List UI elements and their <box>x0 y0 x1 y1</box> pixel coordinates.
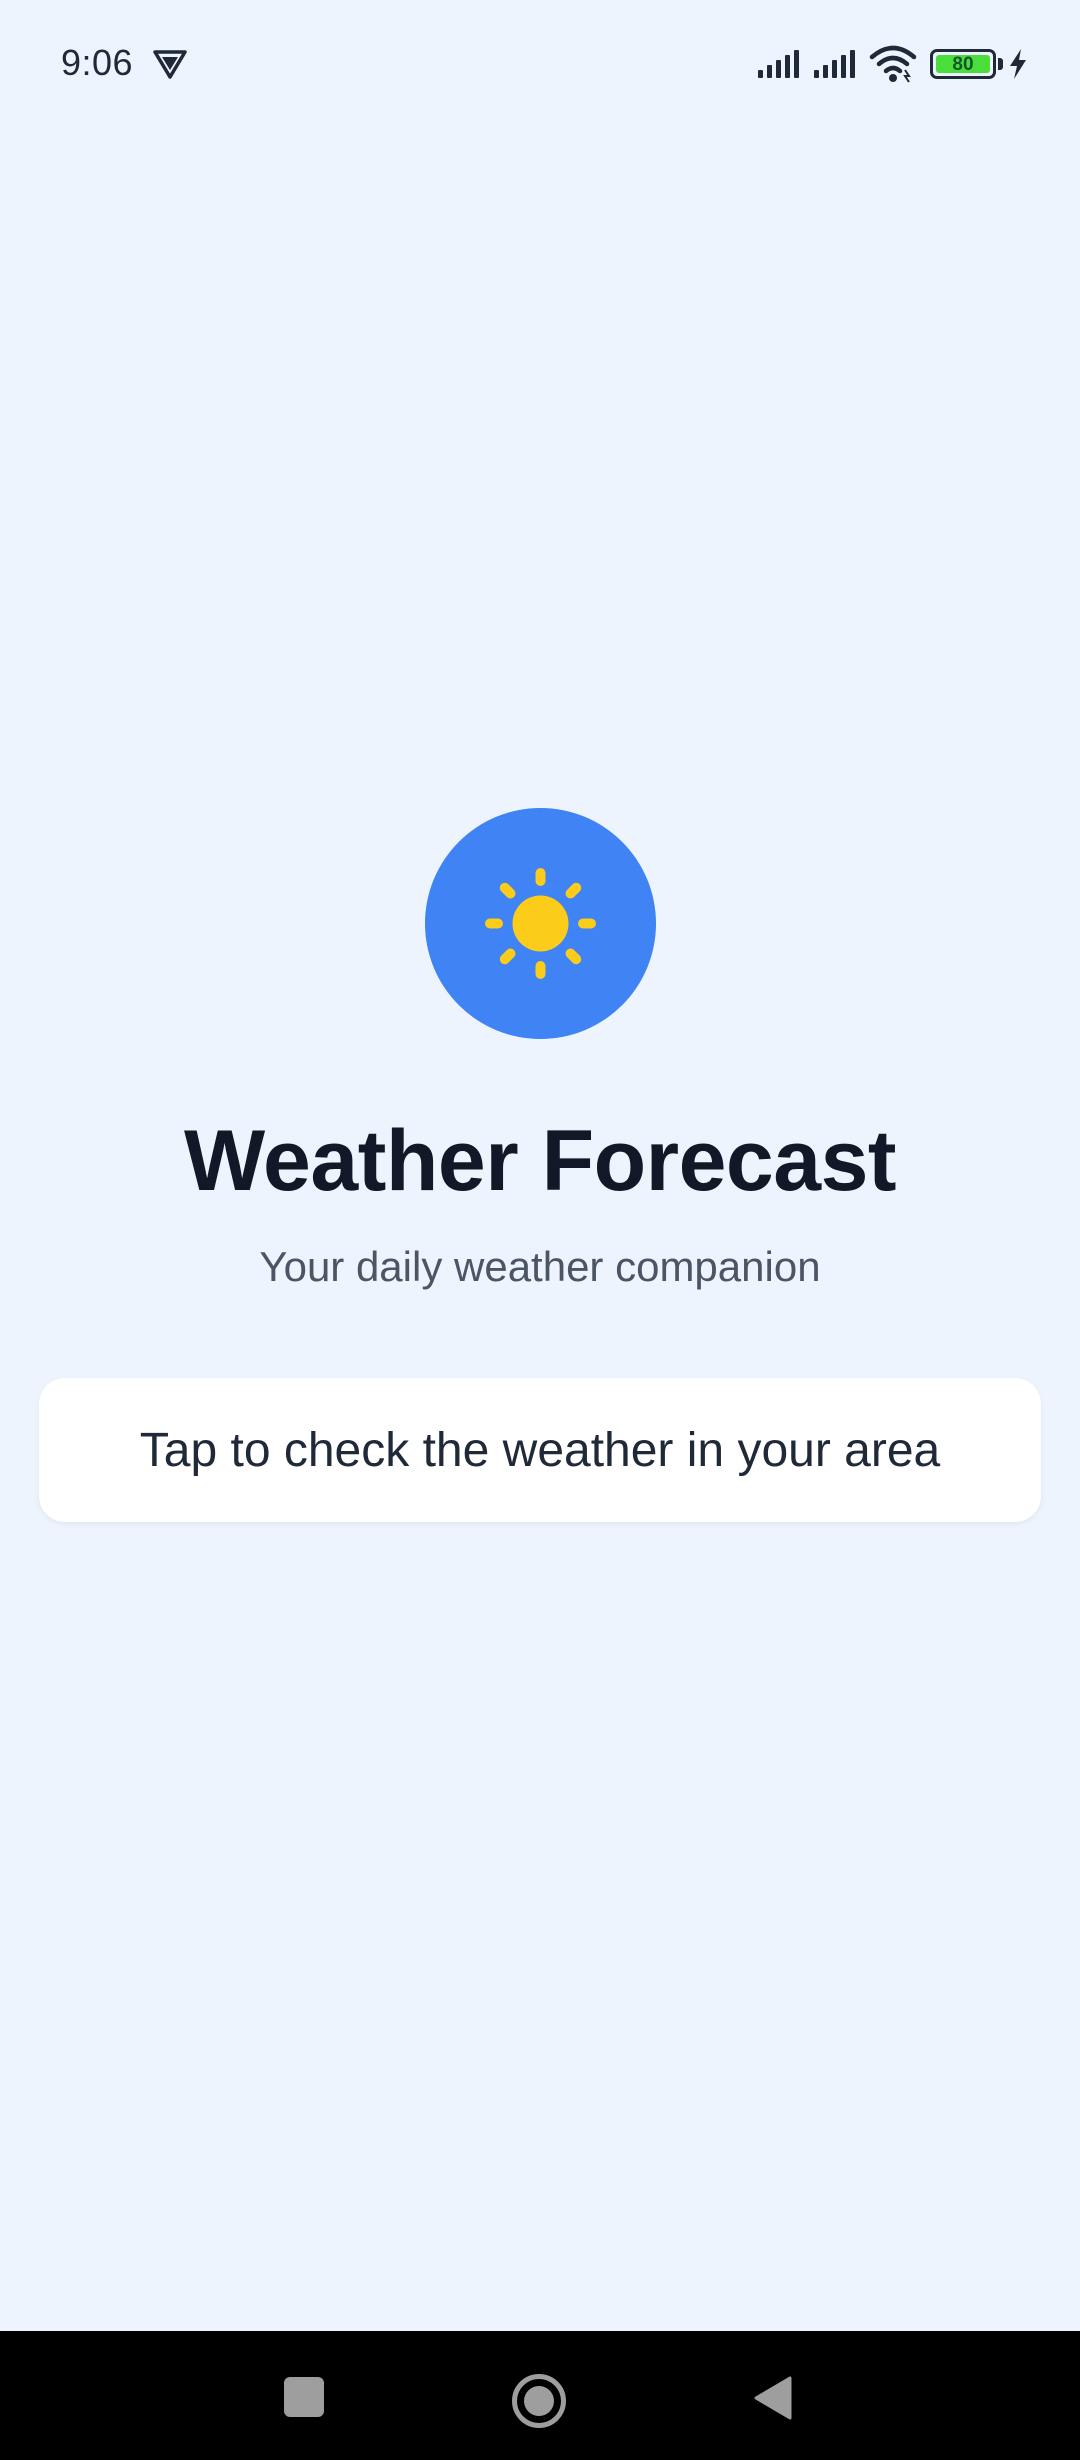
back-triangle-icon[interactable] <box>752 2375 794 2421</box>
sun-icon <box>485 868 596 979</box>
home-circle-icon[interactable] <box>512 2374 566 2428</box>
vpn-shield-icon <box>153 50 187 79</box>
app-screen: 9:06 80 Weather Forecast Your daily weat… <box>0 0 1080 2460</box>
app-title: Weather Forecast <box>183 1113 897 1209</box>
cell-signal-icon <box>758 50 799 78</box>
app-subtitle: Your daily weather companion <box>259 1243 821 1290</box>
home-dot <box>524 2386 554 2416</box>
app-logo <box>425 808 656 1039</box>
status-bar: 9:06 80 <box>0 0 1080 130</box>
battery-icon: 80 <box>930 49 996 79</box>
cell-signal-icon <box>814 50 855 78</box>
check-weather-button[interactable]: Tap to check the weather in your area <box>39 1378 1041 1522</box>
status-time: 9:06 <box>61 42 134 83</box>
battery-nub <box>998 58 1003 70</box>
navigation-bar <box>0 2331 1080 2460</box>
battery-level: 80 <box>936 55 990 74</box>
wifi-icon <box>869 45 917 83</box>
recents-square-icon[interactable] <box>284 2377 324 2417</box>
charging-bolt-icon <box>1010 49 1026 79</box>
